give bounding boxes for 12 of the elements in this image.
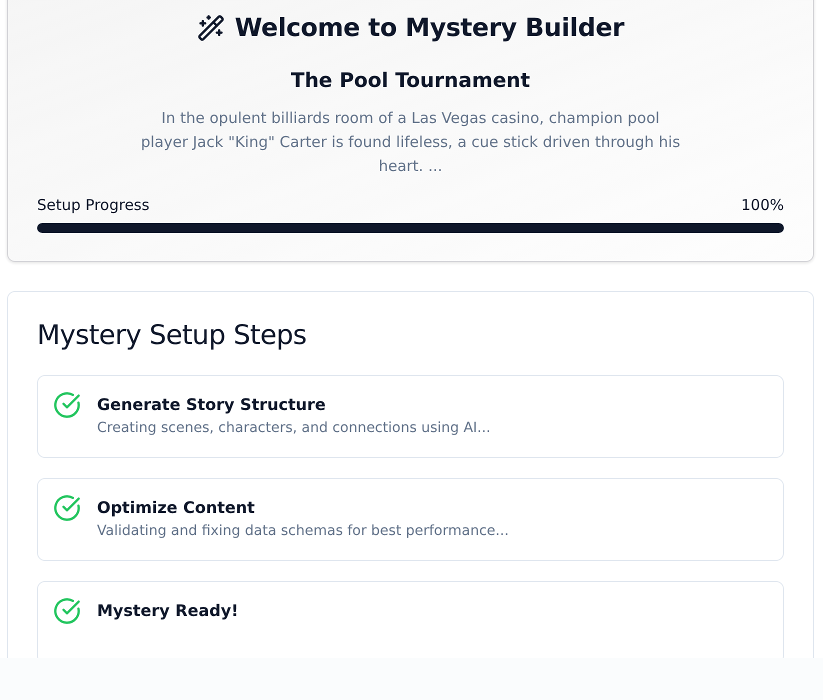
steps-heading: Mystery Setup Steps xyxy=(37,320,308,351)
step-description: Creating scenes, characters, and connections using AI... xyxy=(97,420,491,436)
magic-wand-icon xyxy=(196,14,225,42)
progress-label: Setup Progress xyxy=(37,196,150,214)
mystery-summary: In the opulent billiards room of a Las Vegas casino, champion pool player Jack "King" Carter is found lifeless, a cue stick driven through his heart. ... xyxy=(140,108,680,177)
mystery-title: The Pool Tournament xyxy=(290,68,530,92)
step-description: Validating and fixing data schemas for best performance... xyxy=(97,523,509,539)
step-title: Generate Story Structure xyxy=(97,395,327,414)
step-title: Mystery Ready! xyxy=(97,601,238,620)
step-title: Optimize Content xyxy=(97,498,256,517)
progress-reading: 100% xyxy=(741,196,784,214)
page-title: Welcome to Mystery Builder xyxy=(234,13,624,42)
